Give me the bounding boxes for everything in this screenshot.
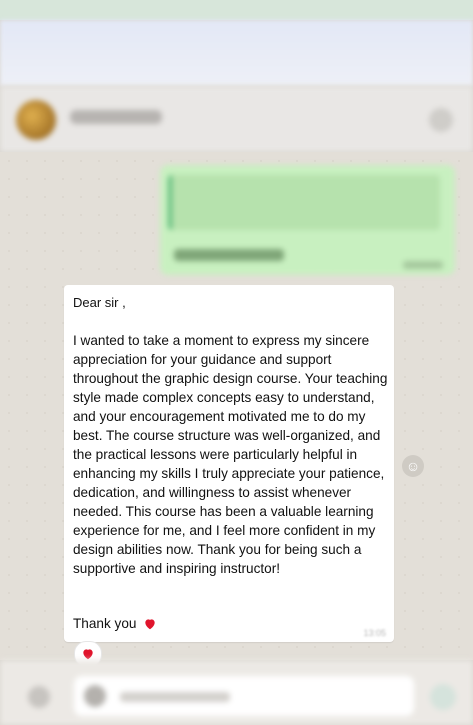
outgoing-message-time-blurred	[403, 261, 443, 269]
outgoing-message-text-blurred	[174, 249, 284, 261]
chat-header[interactable]	[0, 86, 473, 152]
red-heart-icon	[83, 649, 93, 660]
message-input-bar	[0, 660, 473, 725]
attach-icon[interactable]	[84, 685, 106, 707]
contact-name-blurred[interactable]	[70, 110, 162, 124]
quoted-message-blurred[interactable]	[168, 175, 440, 230]
message-input-placeholder-blurred	[120, 692, 230, 702]
incoming-message-bubble[interactable]: Dear sir , I wanted to take a moment to …	[64, 285, 394, 642]
message-greeting: Dear sir ,	[73, 295, 126, 310]
message-body: I wanted to take a moment to express my …	[73, 333, 388, 576]
outgoing-message-bubble[interactable]	[160, 165, 455, 275]
browser-toolbar	[0, 20, 473, 86]
menu-icon[interactable]	[429, 108, 453, 132]
contact-avatar[interactable]	[16, 100, 56, 140]
message-closing-text: Thank you	[73, 616, 137, 631]
mic-icon[interactable]	[430, 684, 456, 710]
emoji-reaction-icon[interactable]: ☺	[402, 455, 424, 477]
emoji-icon[interactable]	[28, 686, 50, 708]
red-heart-icon	[145, 619, 155, 630]
message-timestamp: 13:05	[363, 628, 386, 638]
window-top-strip	[0, 0, 473, 20]
message-closing: Thank you	[73, 616, 157, 631]
